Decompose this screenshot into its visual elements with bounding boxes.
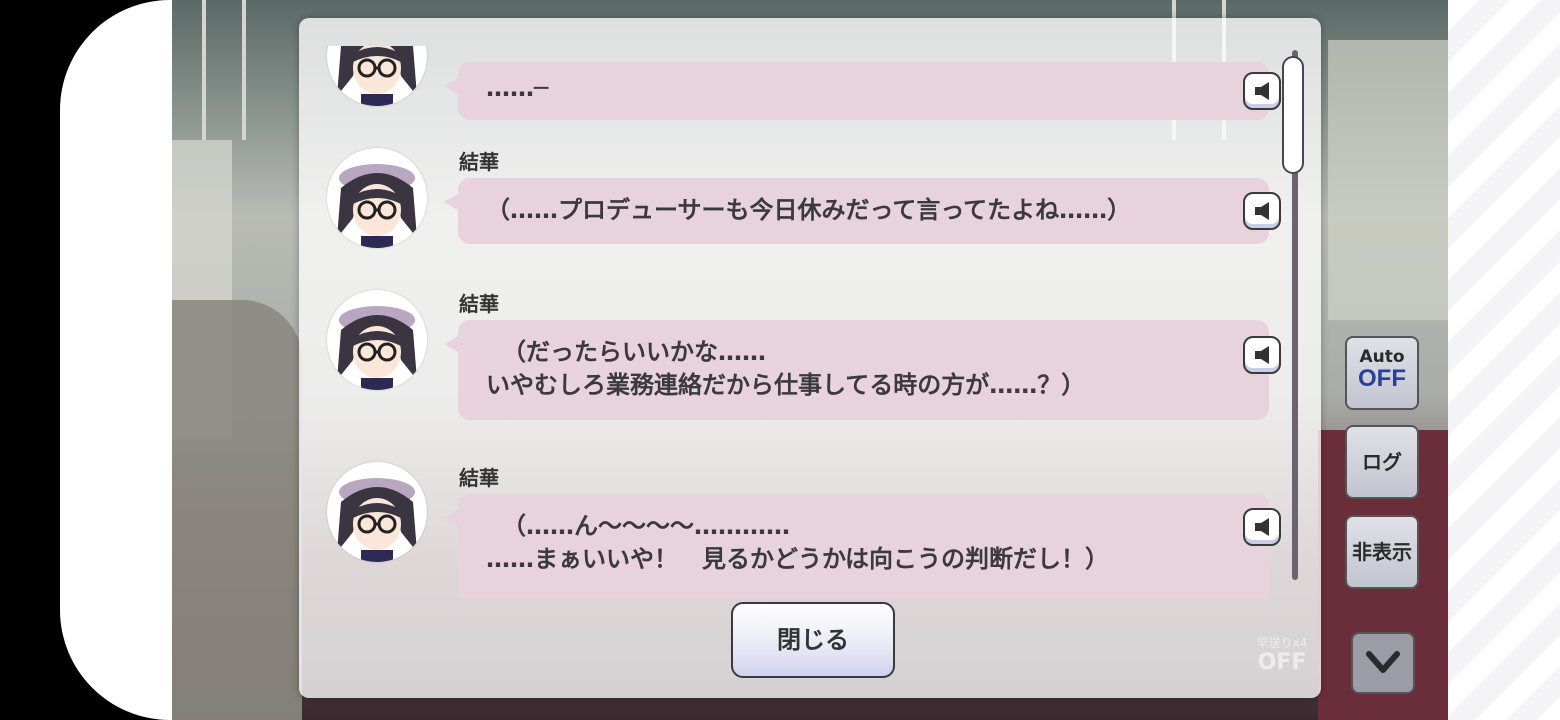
auto-toggle-button[interactable]: Auto OFF — [1345, 336, 1419, 410]
dialogue-line: ……─ — [486, 74, 549, 102]
auto-state: OFF — [1358, 365, 1406, 392]
speaker-icon — [1255, 202, 1269, 220]
speaker-name: 結華 — [459, 292, 499, 316]
speaker-icon — [1255, 346, 1269, 364]
speaker-name: 結華 — [459, 466, 499, 490]
yuika-avatar — [327, 462, 427, 562]
speaker-icon — [1255, 82, 1269, 100]
dialogue-bubble: （……ん〜〜〜〜………… ……まぁいいや！ 見るかどうかは向こうの判断だし！） — [444, 494, 1269, 599]
log-button[interactable]: ログ — [1345, 425, 1419, 499]
voice-replay-button[interactable] — [1243, 192, 1281, 230]
voice-replay-button[interactable] — [1243, 72, 1281, 110]
log-scrollbar-thumb[interactable] — [1282, 56, 1304, 174]
dialogue-line: （……ん〜〜〜〜………… — [502, 512, 790, 540]
auto-label: Auto — [1359, 347, 1405, 367]
log-scroll-area[interactable]: ……─ 結華 （……プロデューサーも今日休みだって言ってたよね……） 結華 （だ… — [299, 46, 1321, 599]
device-bezel-right — [1448, 0, 1560, 720]
yuika-avatar — [327, 290, 427, 390]
dialogue-bubble: （だったらいいかな…… いやむしろ業務連絡だから仕事してる時の方が……？） — [444, 320, 1269, 420]
dialogue-bubble: （……プロデューサーも今日休みだって言ってたよね……） — [444, 178, 1269, 244]
speaker-icon — [1255, 518, 1269, 536]
device-bezel-left — [60, 0, 172, 720]
dialogue-bubble: ……─ — [444, 62, 1269, 120]
fast-forward-label: 早送りx4 — [1256, 636, 1308, 650]
fast-forward-indicator[interactable]: 早送りx4 OFF — [1248, 636, 1316, 676]
yuika-avatar — [327, 148, 427, 248]
voice-replay-button[interactable] — [1243, 336, 1281, 374]
chevron-down-icon — [1366, 651, 1400, 673]
dialogue-line: （だったらいいかな…… — [502, 338, 766, 366]
yuika-avatar — [327, 46, 427, 106]
menu-expand-button[interactable] — [1351, 632, 1415, 694]
dialogue-line: いやむしろ業務連絡だから仕事してる時の方が……？） — [486, 371, 1086, 399]
hide-ui-button[interactable]: 非表示 — [1345, 515, 1419, 589]
dialogue-line: （……プロデューサーも今日休みだって言ってたよね……） — [486, 196, 1132, 224]
voice-replay-button[interactable] — [1243, 508, 1281, 546]
speaker-name: 結華 — [459, 150, 499, 174]
fast-forward-state: OFF — [1257, 650, 1307, 675]
dialogue-line: ……まぁいいや！ 見るかどうかは向こうの判断だし！） — [486, 545, 1110, 573]
close-button[interactable]: 閉じる — [731, 602, 895, 678]
message-log-panel: ……─ 結華 （……プロデューサーも今日休みだって言ってたよね……） 結華 （だ… — [299, 18, 1321, 698]
